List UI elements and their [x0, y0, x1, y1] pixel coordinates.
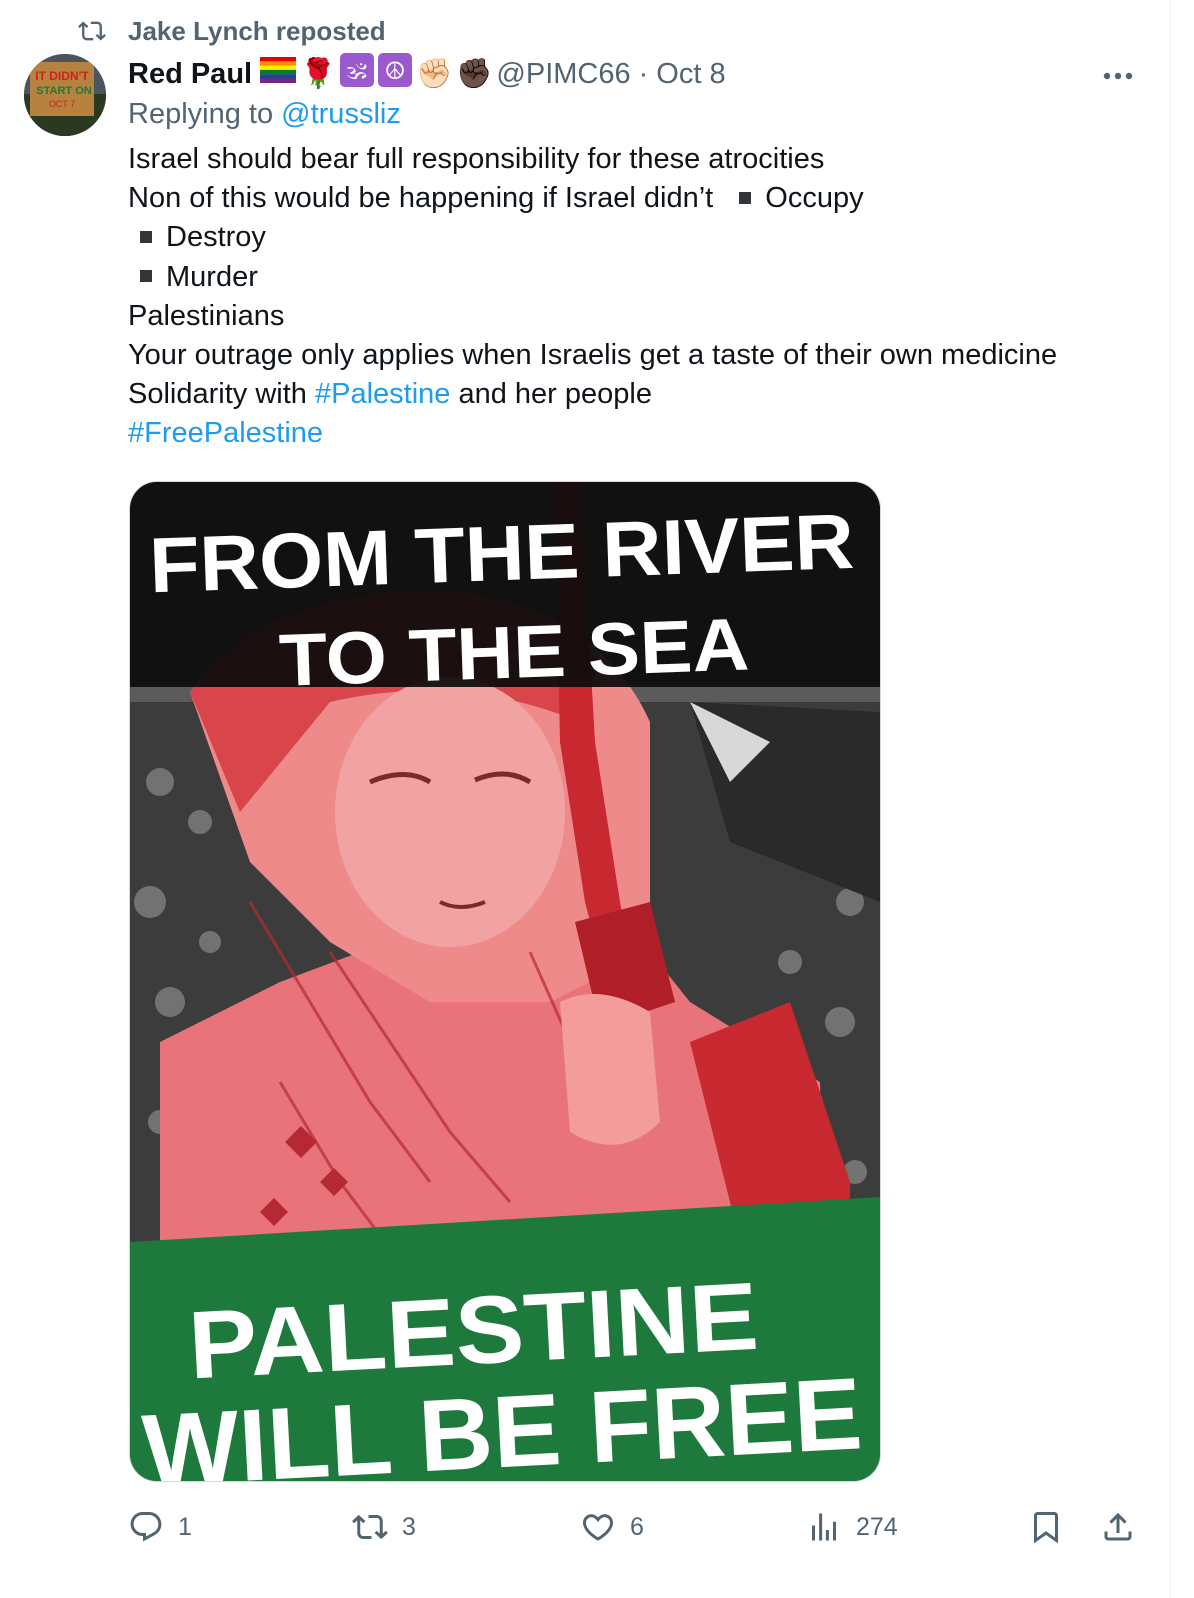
reply-icon [130, 1512, 162, 1542]
reply-button[interactable]: 1 [128, 1505, 192, 1549]
avatar-sign-line-2: START ON [36, 85, 91, 97]
list-item-destroy: Destroy [166, 221, 266, 254]
tweet-line: Israel should bear full responsibility f… [128, 143, 825, 175]
like-icon [582, 1514, 614, 1541]
tweet-date[interactable]: Oct 8 [656, 58, 725, 91]
replying-to-handle[interactable]: @trussliz [281, 98, 401, 130]
tweet-header: Red Paul 🌹 🕉 ☮ ✊🏻 ✊🏿 @PIMC66 · Oct 8 [128, 53, 1134, 95]
author-handle[interactable]: @PIMC66 [496, 58, 630, 91]
more-options-button[interactable] [1098, 58, 1138, 94]
om-icon: 🕉 [340, 53, 375, 95]
more-icon [1103, 72, 1133, 80]
tweet-image[interactable]: FROM THE RIVER TO THE SEA PALESTINE WILL… [129, 481, 881, 1482]
tweet-line: Non of this would be happening if Israel… [128, 179, 1138, 218]
header-separator: · [638, 57, 649, 90]
raised-fist-dark-icon: ✊🏿 [456, 58, 493, 90]
tweet-line: Your outrage only applies when Israelis … [128, 338, 1058, 371]
tweet-text: Israel should bear full responsibility f… [128, 140, 1138, 454]
tweet-line: #FreePalestine [128, 414, 1138, 453]
square-bullet-icon [140, 230, 152, 243]
reply-count: 1 [178, 1512, 192, 1541]
square-bullet-icon [140, 269, 152, 282]
views-count: 274 [856, 1512, 898, 1541]
tweet-line: Solidarity with #Palestine and her peopl… [128, 375, 1138, 414]
repost-indicator[interactable]: Jake Lynch reposted [76, 14, 386, 48]
rainbow-flag-icon [260, 57, 297, 91]
rose-icon: 🌹 [300, 58, 337, 90]
raised-fist-light-icon: ✊🏻 [416, 58, 453, 90]
tweet-line: Murder [128, 258, 1138, 297]
repost-label: Jake Lynch reposted [128, 15, 386, 46]
views-icon [812, 1513, 836, 1541]
om-glyph: 🕉 [347, 59, 367, 84]
like-button[interactable]: 6 [580, 1505, 644, 1549]
replying-to: Replying to @trussliz [128, 98, 401, 131]
list-item-occupy: Occupy [765, 182, 864, 215]
timeline-border [1170, 0, 1171, 1598]
hashtag-palestine[interactable]: #Palestine [315, 378, 450, 410]
views-button[interactable]: 274 [806, 1505, 898, 1549]
tweet-line-text: Non of this would be happening if Israel… [128, 182, 714, 215]
share-button[interactable] [1100, 1505, 1150, 1549]
repost-icon [352, 1514, 388, 1540]
tweet-line: Destroy [128, 218, 1138, 257]
bookmark-icon [1034, 1512, 1058, 1544]
display-name[interactable]: Red Paul [128, 58, 252, 91]
avatar-sign-line-3: OCT 7 [49, 99, 75, 109]
tweet-actions: 1 3 6 274 [128, 1505, 1138, 1549]
avatar-sign-line-1: IT DIDN'T [35, 69, 89, 83]
tweet-line-text: Solidarity with [128, 378, 307, 411]
banner-top-line-2: TO THE SEA [278, 602, 751, 701]
tweet-line: Palestinians [128, 299, 285, 332]
avatar[interactable]: IT DIDN'T START ON OCT 7 [24, 54, 106, 136]
hashtag-freepalestine[interactable]: #FreePalestine [128, 417, 323, 449]
peace-icon: ☮ [378, 53, 413, 95]
tweet-line-text: and her people [458, 378, 652, 411]
share-icon [1104, 1512, 1132, 1541]
like-count: 6 [630, 1512, 644, 1541]
replying-to-label: Replying to [128, 98, 274, 130]
repost-icon [78, 21, 106, 41]
repost-count: 3 [402, 1512, 416, 1541]
repost-button[interactable]: 3 [352, 1505, 416, 1549]
list-item-murder: Murder [166, 260, 258, 293]
square-bullet-icon [739, 191, 752, 204]
bookmark-button[interactable] [1028, 1505, 1078, 1549]
peace-glyph: ☮ [384, 57, 406, 85]
